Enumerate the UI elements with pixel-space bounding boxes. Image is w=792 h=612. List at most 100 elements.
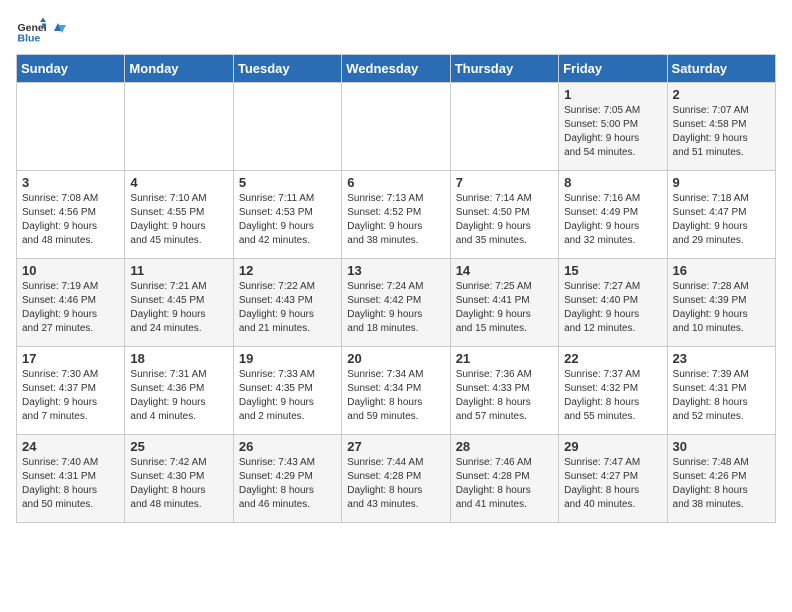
calendar-cell: 8 Sunrise: 7:16 AM Sunset: 4:49 PM Daylig…	[559, 171, 667, 259]
day-number: 19	[239, 351, 336, 366]
calendar-cell	[233, 83, 341, 171]
logo-icon: General Blue	[16, 16, 46, 46]
day-info: Sunrise: 7:22 AM Sunset: 4:43 PM Dayligh…	[239, 280, 336, 336]
day-number: 14	[456, 263, 553, 278]
calendar-cell: 24 Sunrise: 7:40 AM Sunset: 4:31 PM Dayli…	[17, 435, 125, 523]
calendar-cell: 22Sunrise: 7:37 AM Sunset: 4:32 PM Dayli…	[559, 347, 667, 435]
day-number: 4	[130, 175, 227, 190]
day-info: Sunrise: 7:42 AM Sunset: 4:30 PM Dayligh…	[130, 456, 227, 512]
calendar-table: SundayMondayTuesdayWednesdayThursdayFrid…	[16, 54, 776, 523]
day-number: 25	[130, 439, 227, 454]
calendar-cell: 28Sunrise: 7:46 AM Sunset: 4:28 PM Dayli…	[450, 435, 558, 523]
day-number: 12	[239, 263, 336, 278]
day-number: 20	[347, 351, 444, 366]
day-info: Sunrise: 7:18 AM Sunset: 4:47 PM Dayligh…	[673, 192, 770, 248]
logo: General Blue	[16, 16, 70, 46]
header-day-friday: Friday	[559, 55, 667, 83]
day-info: Sunrise: 7:10 AM Sunset: 4:55 PM Dayligh…	[130, 192, 227, 248]
header-row: SundayMondayTuesdayWednesdayThursdayFrid…	[17, 55, 776, 83]
calendar-cell: 3 Sunrise: 7:08 AM Sunset: 4:56 PM Daylig…	[17, 171, 125, 259]
calendar-cell: 1 Sunrise: 7:05 AM Sunset: 5:00 PM Daylig…	[559, 83, 667, 171]
day-info: Sunrise: 7:13 AM Sunset: 4:52 PM Dayligh…	[347, 192, 444, 248]
day-info: Sunrise: 7:28 AM Sunset: 4:39 PM Dayligh…	[673, 280, 770, 336]
calendar-cell: 9 Sunrise: 7:18 AM Sunset: 4:47 PM Daylig…	[667, 171, 775, 259]
calendar-cell	[450, 83, 558, 171]
svg-text:Blue: Blue	[18, 33, 41, 45]
week-row-5: 24 Sunrise: 7:40 AM Sunset: 4:31 PM Dayli…	[17, 435, 776, 523]
header: General Blue	[16, 16, 776, 46]
day-number: 8	[564, 175, 661, 190]
day-number: 5	[239, 175, 336, 190]
calendar-cell: 25 Sunrise: 7:42 AM Sunset: 4:30 PM Dayli…	[125, 435, 233, 523]
calendar-cell: 7 Sunrise: 7:14 AM Sunset: 4:50 PM Daylig…	[450, 171, 558, 259]
day-number: 24	[22, 439, 119, 454]
day-info: Sunrise: 7:31 AM Sunset: 4:36 PM Dayligh…	[130, 368, 227, 424]
day-info: Sunrise: 7:21 AM Sunset: 4:45 PM Dayligh…	[130, 280, 227, 336]
calendar-cell: 15 Sunrise: 7:27 AM Sunset: 4:40 PM Dayli…	[559, 259, 667, 347]
calendar-cell: 10Sunrise: 7:19 AM Sunset: 4:46 PM Dayli…	[17, 259, 125, 347]
day-info: Sunrise: 7:46 AM Sunset: 4:28 PM Dayligh…	[456, 456, 553, 512]
calendar-cell: 30 Sunrise: 7:48 AM Sunset: 4:26 PM Dayli…	[667, 435, 775, 523]
week-row-1: 1 Sunrise: 7:05 AM Sunset: 5:00 PM Daylig…	[17, 83, 776, 171]
calendar-cell: 2 Sunrise: 7:07 AM Sunset: 4:58 PM Daylig…	[667, 83, 775, 171]
day-info: Sunrise: 7:40 AM Sunset: 4:31 PM Dayligh…	[22, 456, 119, 512]
day-info: Sunrise: 7:11 AM Sunset: 4:53 PM Dayligh…	[239, 192, 336, 248]
day-number: 22	[564, 351, 661, 366]
day-info: Sunrise: 7:27 AM Sunset: 4:40 PM Dayligh…	[564, 280, 661, 336]
day-info: Sunrise: 7:39 AM Sunset: 4:31 PM Dayligh…	[673, 368, 770, 424]
day-number: 2	[673, 87, 770, 102]
day-info: Sunrise: 7:14 AM Sunset: 4:50 PM Dayligh…	[456, 192, 553, 248]
day-number: 26	[239, 439, 336, 454]
day-number: 16	[673, 263, 770, 278]
day-number: 29	[564, 439, 661, 454]
day-info: Sunrise: 7:48 AM Sunset: 4:26 PM Dayligh…	[673, 456, 770, 512]
calendar-cell: 4 Sunrise: 7:10 AM Sunset: 4:55 PM Daylig…	[125, 171, 233, 259]
calendar-cell: 16 Sunrise: 7:28 AM Sunset: 4:39 PM Dayli…	[667, 259, 775, 347]
day-info: Sunrise: 7:36 AM Sunset: 4:33 PM Dayligh…	[456, 368, 553, 424]
day-info: Sunrise: 7:07 AM Sunset: 4:58 PM Dayligh…	[673, 104, 770, 160]
calendar-cell: 29 Sunrise: 7:47 AM Sunset: 4:27 PM Dayli…	[559, 435, 667, 523]
calendar-cell: 14 Sunrise: 7:25 AM Sunset: 4:41 PM Dayli…	[450, 259, 558, 347]
day-number: 18	[130, 351, 227, 366]
calendar-cell: 6 Sunrise: 7:13 AM Sunset: 4:52 PM Daylig…	[342, 171, 450, 259]
day-number: 6	[347, 175, 444, 190]
calendar-cell	[342, 83, 450, 171]
day-info: Sunrise: 7:34 AM Sunset: 4:34 PM Dayligh…	[347, 368, 444, 424]
day-number: 15	[564, 263, 661, 278]
day-number: 9	[673, 175, 770, 190]
header-day-monday: Monday	[125, 55, 233, 83]
calendar-cell: 13Sunrise: 7:24 AM Sunset: 4:42 PM Dayli…	[342, 259, 450, 347]
header-day-tuesday: Tuesday	[233, 55, 341, 83]
day-number: 21	[456, 351, 553, 366]
calendar-cell: 5 Sunrise: 7:11 AM Sunset: 4:53 PM Daylig…	[233, 171, 341, 259]
day-info: Sunrise: 7:16 AM Sunset: 4:49 PM Dayligh…	[564, 192, 661, 248]
day-number: 11	[130, 263, 227, 278]
logo-arrow-icon	[50, 17, 68, 35]
day-number: 7	[456, 175, 553, 190]
calendar-cell: 23 Sunrise: 7:39 AM Sunset: 4:31 PM Dayli…	[667, 347, 775, 435]
calendar-cell: 17 Sunrise: 7:30 AM Sunset: 4:37 PM Dayli…	[17, 347, 125, 435]
calendar-cell: 18 Sunrise: 7:31 AM Sunset: 4:36 PM Dayli…	[125, 347, 233, 435]
header-day-wednesday: Wednesday	[342, 55, 450, 83]
calendar-cell: 19 Sunrise: 7:33 AM Sunset: 4:35 PM Dayli…	[233, 347, 341, 435]
calendar-cell: 20 Sunrise: 7:34 AM Sunset: 4:34 PM Dayli…	[342, 347, 450, 435]
calendar-cell: 11 Sunrise: 7:21 AM Sunset: 4:45 PM Dayli…	[125, 259, 233, 347]
day-info: Sunrise: 7:25 AM Sunset: 4:41 PM Dayligh…	[456, 280, 553, 336]
day-number: 27	[347, 439, 444, 454]
calendar-cell	[17, 83, 125, 171]
day-number: 3	[22, 175, 119, 190]
day-info: Sunrise: 7:05 AM Sunset: 5:00 PM Dayligh…	[564, 104, 661, 160]
week-row-4: 17 Sunrise: 7:30 AM Sunset: 4:37 PM Dayli…	[17, 347, 776, 435]
day-info: Sunrise: 7:43 AM Sunset: 4:29 PM Dayligh…	[239, 456, 336, 512]
day-info: Sunrise: 7:19 AM Sunset: 4:46 PM Dayligh…	[22, 280, 119, 336]
day-info: Sunrise: 7:47 AM Sunset: 4:27 PM Dayligh…	[564, 456, 661, 512]
day-info: Sunrise: 7:33 AM Sunset: 4:35 PM Dayligh…	[239, 368, 336, 424]
day-number: 1	[564, 87, 661, 102]
day-number: 30	[673, 439, 770, 454]
day-number: 23	[673, 351, 770, 366]
day-number: 17	[22, 351, 119, 366]
day-info: Sunrise: 7:30 AM Sunset: 4:37 PM Dayligh…	[22, 368, 119, 424]
day-info: Sunrise: 7:08 AM Sunset: 4:56 PM Dayligh…	[22, 192, 119, 248]
calendar-cell: 27Sunrise: 7:44 AM Sunset: 4:28 PM Dayli…	[342, 435, 450, 523]
week-row-3: 10Sunrise: 7:19 AM Sunset: 4:46 PM Dayli…	[17, 259, 776, 347]
